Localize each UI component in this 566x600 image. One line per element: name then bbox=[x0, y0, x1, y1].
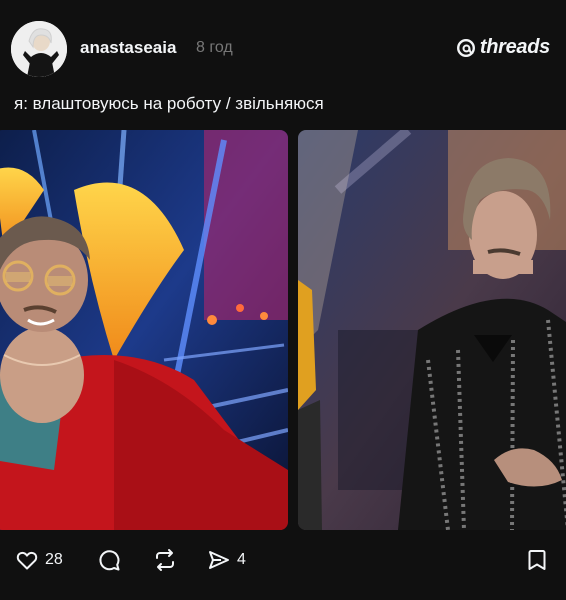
post-time: 8 год bbox=[196, 39, 233, 56]
bookmark-icon bbox=[528, 550, 546, 570]
post-caption: я: влаштовуюсь на роботу / звільняюся bbox=[14, 94, 324, 113]
threads-logo: threads bbox=[455, 36, 550, 59]
media-image-2[interactable] bbox=[298, 130, 566, 530]
share-button[interactable]: 4 bbox=[207, 548, 246, 572]
heart-icon bbox=[16, 551, 38, 570]
comment-button[interactable] bbox=[97, 548, 121, 572]
send-icon bbox=[209, 551, 229, 569]
save-button[interactable] bbox=[527, 548, 547, 572]
repost-icon bbox=[156, 549, 174, 571]
like-button[interactable]: 28 bbox=[15, 548, 63, 572]
brand-name: threads bbox=[479, 36, 550, 58]
comment-bubble-icon bbox=[99, 550, 120, 571]
username[interactable]: anastaseaia bbox=[80, 38, 176, 58]
post-media bbox=[0, 130, 566, 530]
media-image-1[interactable] bbox=[0, 130, 288, 530]
avatar[interactable] bbox=[11, 21, 67, 77]
share-count: 4 bbox=[237, 551, 246, 568]
like-count: 28 bbox=[45, 551, 63, 568]
threads-icon bbox=[456, 38, 475, 57]
post-actions: 28 4 bbox=[0, 540, 566, 582]
repost-button[interactable] bbox=[152, 548, 178, 572]
post-header: anastaseaia 8 год threads bbox=[0, 0, 566, 100]
